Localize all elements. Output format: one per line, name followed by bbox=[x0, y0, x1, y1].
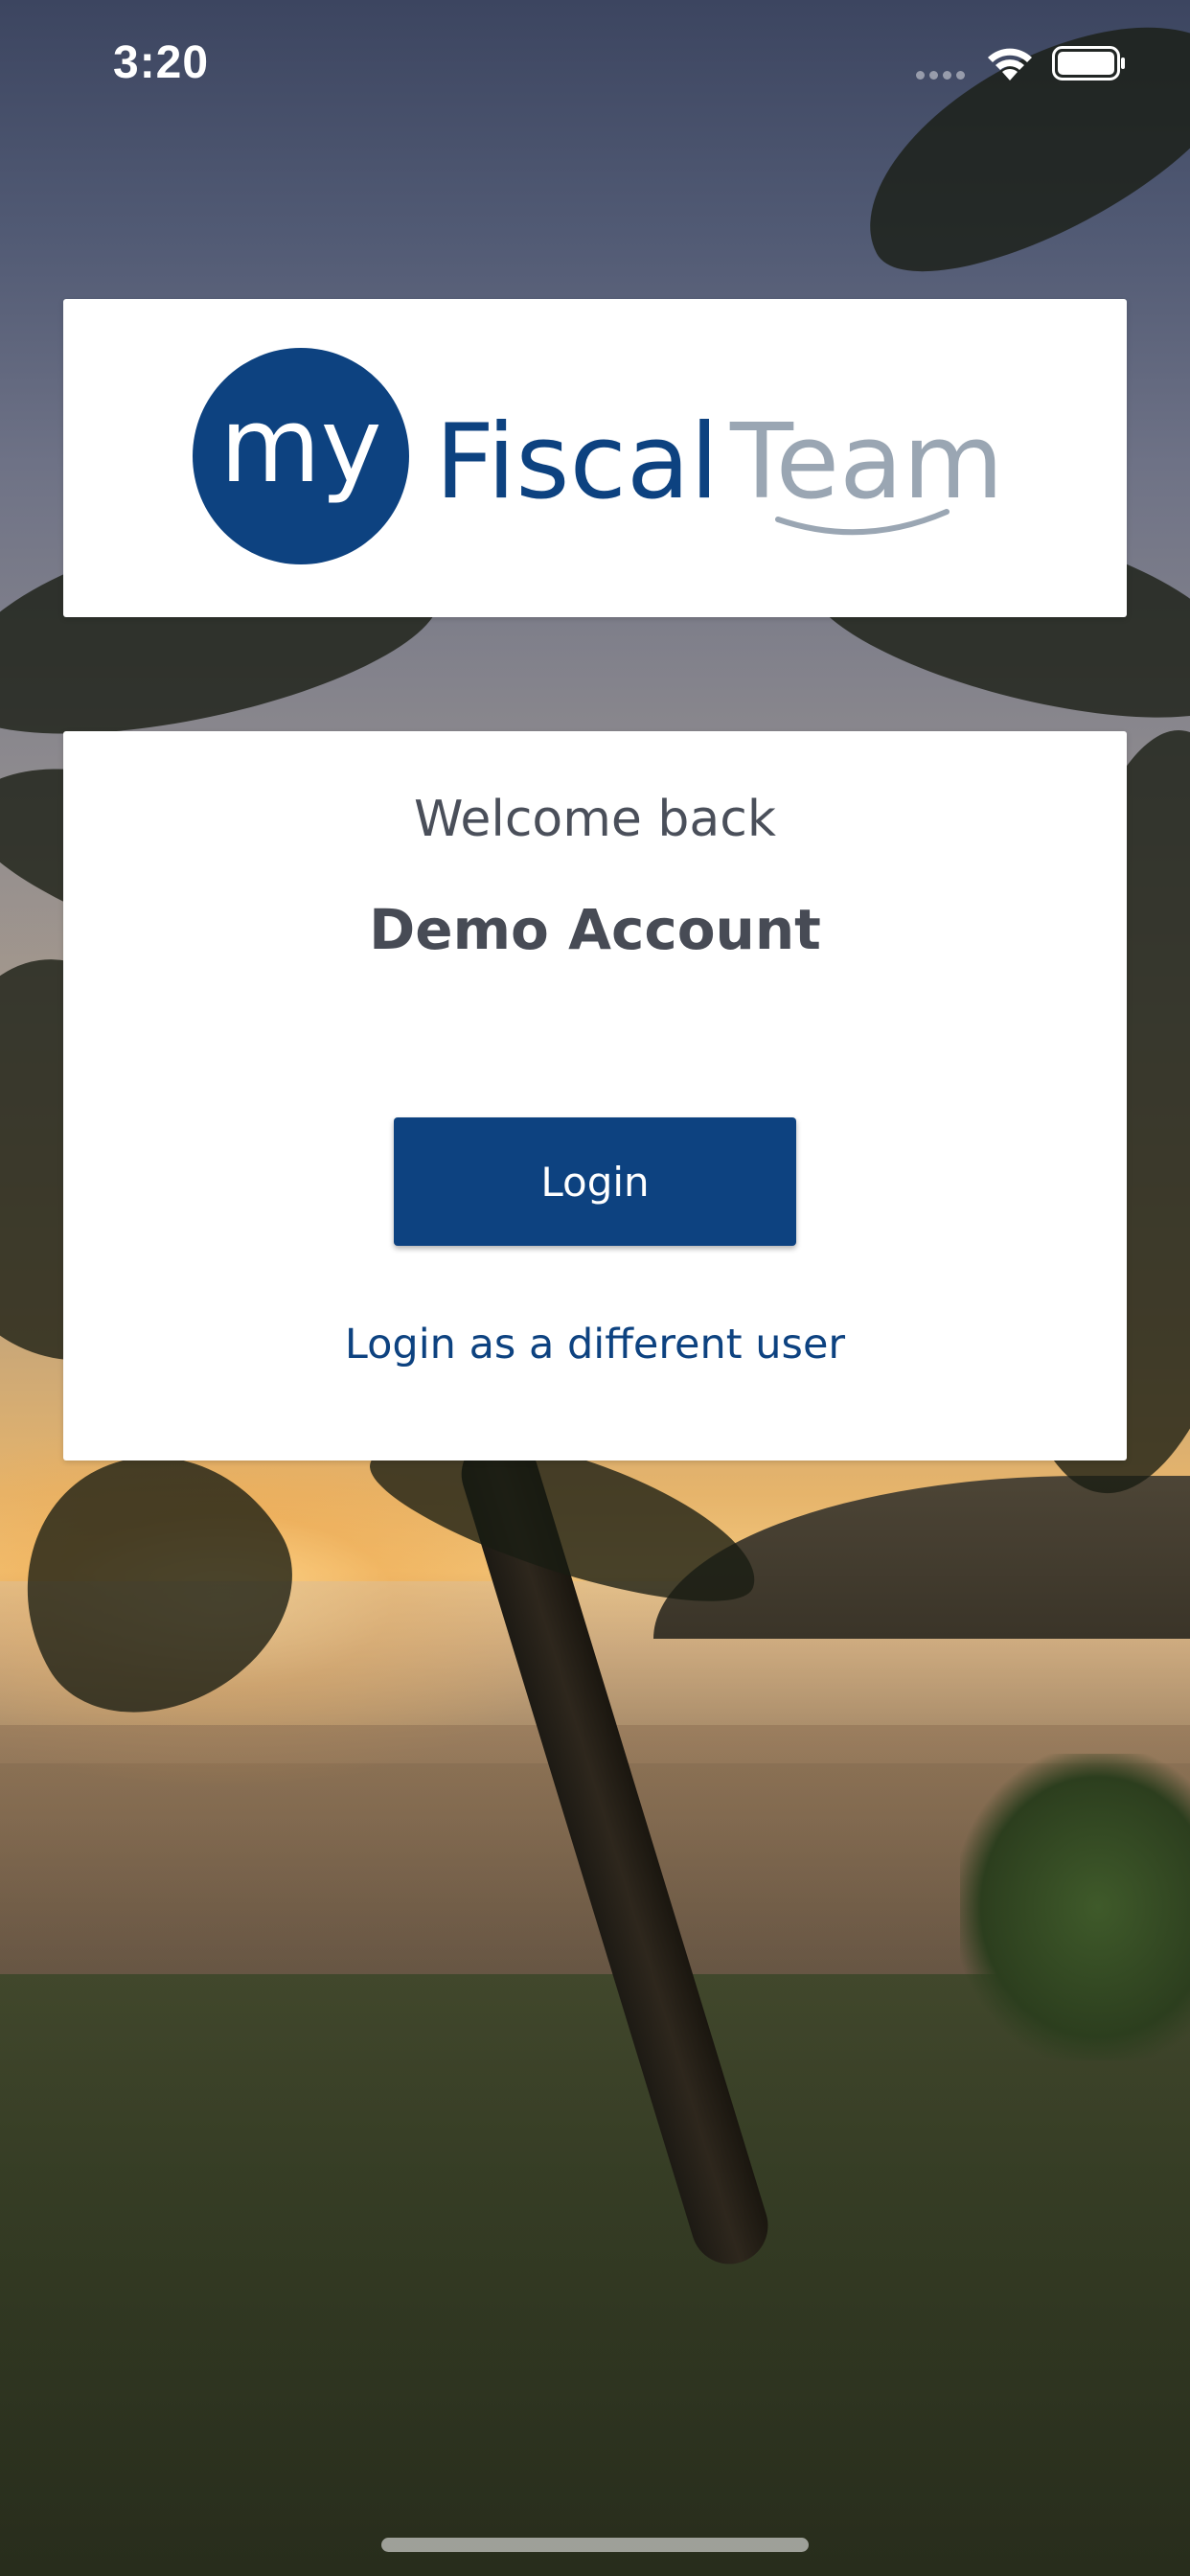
logo-card: my Fiscal Team bbox=[63, 299, 1127, 617]
background-bush bbox=[960, 1754, 1190, 2060]
background-grass bbox=[0, 1974, 1190, 2576]
login-button[interactable]: Login bbox=[394, 1117, 796, 1246]
home-indicator[interactable] bbox=[381, 2538, 809, 2552]
myfiscalteam-logo: my Fiscal Team bbox=[193, 348, 1003, 564]
logo-my-text: my bbox=[219, 386, 381, 506]
status-time: 3:20 bbox=[113, 37, 210, 88]
welcome-greeting: Welcome back bbox=[414, 791, 776, 848]
logo-team-text: Team bbox=[729, 402, 1003, 522]
status-bar: 3:20 bbox=[0, 0, 1190, 129]
cellular-signal-icon bbox=[916, 71, 968, 82]
login-screen: 3:20 my Fiscal Team Welcome back Demo Ac… bbox=[0, 0, 1190, 2576]
welcome-card: Welcome back Demo Account Login Login as… bbox=[63, 731, 1127, 1460]
login-different-user-link[interactable]: Login as a different user bbox=[63, 1321, 1127, 1368]
logo-fiscal-text: Fiscal bbox=[435, 402, 719, 522]
battery-icon bbox=[1052, 46, 1125, 80]
wifi-icon bbox=[988, 48, 1032, 80]
account-name: Demo Account bbox=[369, 897, 821, 962]
